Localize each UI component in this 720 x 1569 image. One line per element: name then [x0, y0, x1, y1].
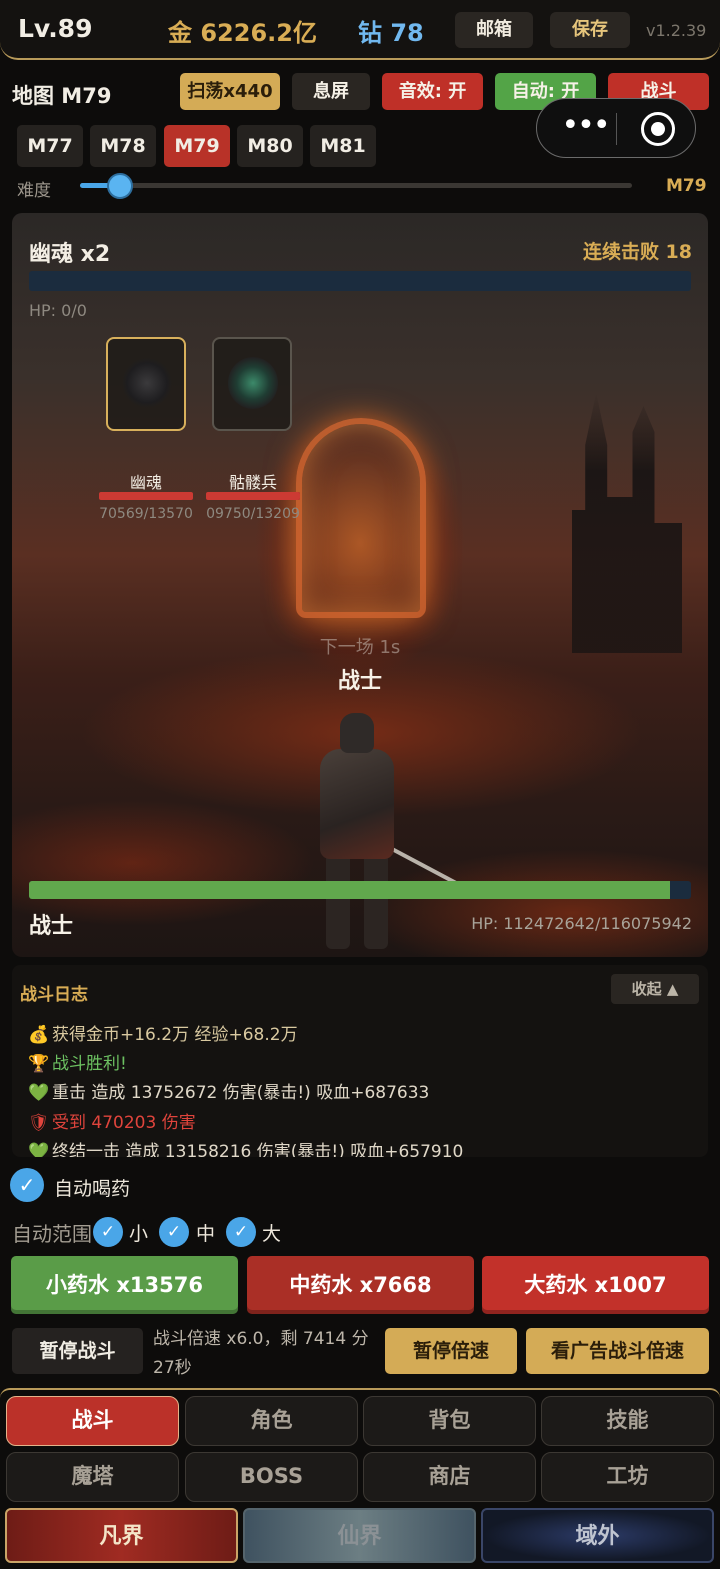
auto-drink-label: 自动喝药	[54, 1178, 131, 1200]
nav-tab-tower[interactable]: 魔塔	[6, 1452, 179, 1502]
realm-tab-immortal[interactable]: 仙界	[243, 1508, 476, 1563]
log-line: 💚 终结一击 造成 13158216 伤害(暴击!) 吸血+657910	[28, 1137, 463, 1157]
nav-tab-workshop[interactable]: 工坊	[541, 1452, 714, 1502]
mail-button[interactable]: 邮箱	[455, 12, 533, 48]
battle-log-title: 战斗日志	[20, 985, 88, 1005]
large-potion-button[interactable]: 大药水 x1007	[482, 1256, 709, 1314]
hero-hp-text: HP: 112472642/116075942	[471, 914, 692, 933]
enemy-group-name: 幽魂 x2	[29, 242, 111, 267]
log-line: 💚 重击 造成 13752672 伤害(暴击!) 吸血+687633	[28, 1083, 430, 1103]
enemy-hp-fill-ghost	[99, 492, 193, 500]
hero-label-center: 战士	[337, 669, 382, 694]
ghost-wolf-icon	[122, 357, 172, 409]
next-round-countdown: 下一场 1s	[319, 637, 401, 658]
enemy-hp-fill-skeleton	[206, 492, 300, 500]
pause-speed-button[interactable]: 暂停倍速	[385, 1328, 517, 1374]
enemy-name-ghost: 幽魂	[129, 473, 162, 492]
enemy-hp-bar-skeleton	[206, 492, 300, 500]
sweep-button[interactable]: 扫荡x440	[180, 73, 280, 110]
enemy-hp-text: HP: 0/0	[29, 301, 87, 320]
collapse-log-button[interactable]: 收起 ▲	[611, 974, 699, 1004]
hero-name: 战士	[29, 914, 74, 939]
nav-tab-battle[interactable]: 战斗	[6, 1396, 179, 1446]
realm-tab-mortal[interactable]: 凡界	[5, 1508, 238, 1563]
sound-toggle[interactable]: 音效: 开	[382, 73, 483, 110]
enemy-hp-text-ghost: 70569/13570	[99, 506, 193, 522]
auto-range-label: 自动范围	[12, 1222, 92, 1246]
green-heart-icon: 💚	[28, 1083, 50, 1103]
hero-hp-bar	[29, 881, 691, 899]
money-bag-icon: 💰	[28, 1025, 50, 1045]
difficulty-value: M79	[666, 176, 707, 196]
map-tab-m77[interactable]: M77	[17, 125, 83, 167]
fire-portal	[296, 418, 426, 618]
nav-tab-character[interactable]: 角色	[185, 1396, 358, 1446]
enemy-hp-bar-ghost	[99, 492, 193, 500]
close-miniprogram-icon[interactable]	[641, 112, 675, 146]
map-tab-m80[interactable]: M80	[237, 125, 303, 167]
version-label: v1.2.39	[646, 21, 707, 40]
more-icon[interactable]: •••	[557, 107, 613, 149]
hero-hp-fill	[29, 881, 671, 899]
nav-tab-skills[interactable]: 技能	[541, 1396, 714, 1446]
diamond-amount: 钻 78	[358, 19, 424, 47]
map-tab-m81[interactable]: M81	[310, 125, 376, 167]
castle-silhouette	[572, 393, 682, 653]
log-line: 🛡 受到 470203 伤害	[28, 1113, 196, 1133]
auto-drink-checkbox[interactable]: ✓	[10, 1168, 44, 1202]
player-level: Lv.89	[18, 14, 93, 43]
top-bar: Lv.89 金 6226.2亿 钻 78 邮箱 保存 v1.2.39	[0, 0, 720, 60]
battle-log[interactable]: 战斗日志 收起 ▲ 💰 获得金币+16.2万 经验+68.2万 🏆 战斗胜利! 💚 重…	[12, 965, 708, 1157]
pause-battle-button[interactable]: 暂停战斗	[12, 1328, 143, 1374]
range-medium-checkbox[interactable]: ✓	[159, 1217, 189, 1247]
green-heart-icon: 💚	[28, 1142, 50, 1157]
small-potion-button[interactable]: 小药水 x13576	[11, 1256, 238, 1314]
skeleton-icon	[228, 357, 278, 409]
trophy-icon: 🏆	[28, 1054, 50, 1074]
range-large-checkbox[interactable]: ✓	[226, 1217, 256, 1247]
map-title: 地图 M79	[12, 84, 112, 108]
capsule-divider	[616, 113, 617, 145]
win-streak: 连续击败 18	[582, 241, 692, 263]
nav-tab-shop[interactable]: 商店	[363, 1452, 536, 1502]
map-tab-m78[interactable]: M78	[90, 125, 156, 167]
enemy-hp-text-skeleton: 09750/13209	[206, 506, 300, 522]
ad-speed-button[interactable]: 看广告战斗倍速	[526, 1328, 709, 1374]
shield-icon: 🛡	[28, 1113, 50, 1133]
enemy-card-skeleton[interactable]	[212, 337, 292, 431]
log-line: 💰 获得金币+16.2万 经验+68.2万	[28, 1025, 298, 1045]
range-medium-label: 中	[196, 1223, 216, 1245]
map-tab-m79[interactable]: M79	[164, 125, 230, 167]
range-small-label: 小	[129, 1223, 149, 1245]
difficulty-slider[interactable]	[80, 183, 632, 188]
speed-status-text: 战斗倍速 x6.0，剩 7414 分27秒	[153, 1329, 369, 1378]
miniprogram-capsule: •••	[536, 98, 696, 158]
battle-scene: 幽魂 x2 连续击败 18 HP: 0/0 幽魂 70569/13570 骷髅兵…	[12, 213, 708, 957]
nav-tab-bag[interactable]: 背包	[363, 1396, 536, 1446]
enemy-card-ghost[interactable]	[106, 337, 186, 431]
difficulty-label: 难度	[17, 181, 51, 201]
gold-amount: 金 6226.2亿	[168, 19, 317, 47]
nav-tab-boss[interactable]: BOSS	[185, 1452, 358, 1502]
enemy-hp-bar	[29, 271, 691, 291]
knight-sprite	[302, 713, 461, 953]
screen-off-button[interactable]: 息屏	[292, 73, 370, 110]
medium-potion-button[interactable]: 中药水 x7668	[247, 1256, 474, 1314]
log-line: 🏆 战斗胜利!	[28, 1054, 127, 1074]
range-large-label: 大	[262, 1223, 282, 1245]
range-small-checkbox[interactable]: ✓	[93, 1217, 123, 1247]
enemy-name-skeleton: 骷髅兵	[228, 473, 277, 492]
save-button[interactable]: 保存	[550, 12, 630, 48]
realm-tab-outer[interactable]: 域外	[481, 1508, 714, 1563]
difficulty-slider-handle[interactable]	[107, 173, 133, 199]
